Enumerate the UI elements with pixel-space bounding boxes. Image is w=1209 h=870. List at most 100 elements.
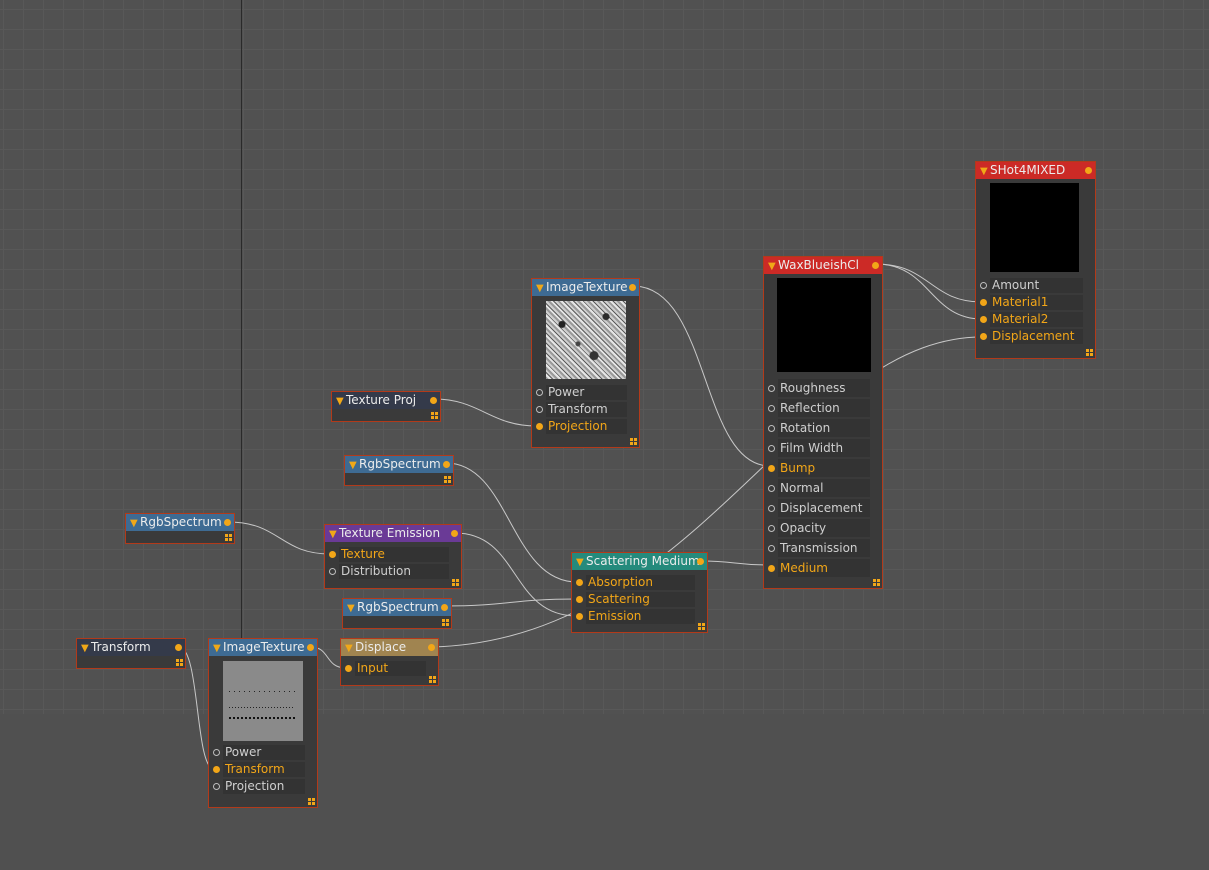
input-row-texture[interactable]: Texture xyxy=(325,546,461,563)
input-row-scattering[interactable]: Scattering xyxy=(572,591,707,608)
node-header[interactable]: ▼ Texture Emission xyxy=(325,525,461,542)
input-row-distribution[interactable]: Distribution xyxy=(325,563,461,580)
collapse-triangle-icon[interactable]: ▼ xyxy=(213,640,221,656)
input-row-amount[interactable]: Amount xyxy=(976,277,1095,294)
collapse-triangle-icon[interactable]: ▼ xyxy=(81,640,89,656)
input-row-material1[interactable]: Material1 xyxy=(976,294,1095,311)
input-row-displacement[interactable]: Displacement xyxy=(976,328,1095,345)
input-row-power[interactable]: Power xyxy=(209,744,317,761)
node-header[interactable]: ▼ ImageTexture xyxy=(209,639,317,656)
resize-handle-icon[interactable] xyxy=(308,798,315,805)
input-row-transform[interactable]: Transform xyxy=(209,761,317,778)
node-header[interactable]: ▼ RgbSpectrum xyxy=(126,514,234,531)
node-transform[interactable]: ▼ Transform xyxy=(76,638,186,669)
output-port[interactable] xyxy=(307,644,314,651)
resize-handle-icon[interactable] xyxy=(698,623,705,630)
collapse-triangle-icon[interactable]: ▼ xyxy=(349,457,357,473)
output-port[interactable] xyxy=(430,397,437,404)
resize-handle-icon[interactable] xyxy=(225,534,232,541)
resize-handle-icon[interactable] xyxy=(176,659,183,666)
input-row-normal[interactable]: Normal xyxy=(764,478,882,498)
node-title: Transform xyxy=(91,640,151,654)
texture-preview xyxy=(223,661,303,741)
collapse-triangle-icon[interactable]: ▼ xyxy=(980,163,988,179)
wire-imgtex-to-bump xyxy=(632,285,771,467)
input-row-reflection[interactable]: Reflection xyxy=(764,398,882,418)
resize-handle-icon[interactable] xyxy=(431,412,438,419)
node-rgbspectrum-2[interactable]: ▼ RgbSpectrum xyxy=(342,598,452,629)
node-header[interactable]: ▼ Scattering Medium xyxy=(572,553,707,570)
input-row-bump[interactable]: Bump xyxy=(764,458,882,478)
resize-handle-icon[interactable] xyxy=(442,619,449,626)
input-row-projection[interactable]: Projection xyxy=(532,418,639,435)
node-title: Scattering Medium xyxy=(586,554,700,568)
collapse-triangle-icon[interactable]: ▼ xyxy=(345,640,353,656)
resize-handle-icon[interactable] xyxy=(1086,349,1093,356)
node-header[interactable]: ▼ RgbSpectrum xyxy=(345,456,453,473)
input-row-transmission[interactable]: Transmission xyxy=(764,538,882,558)
node-imagetexture-bottom[interactable]: ▼ ImageTexture Power Transform Projectio… xyxy=(208,638,318,808)
resize-handle-icon[interactable] xyxy=(630,438,637,445)
node-title: ImageTexture xyxy=(546,280,628,294)
input-row-rotation[interactable]: Rotation xyxy=(764,418,882,438)
node-title: Displace xyxy=(355,640,407,654)
node-shot4mixed[interactable]: ▼ SHot4MIXED Amount Material1 Material2 … xyxy=(975,161,1096,359)
collapse-triangle-icon[interactable]: ▼ xyxy=(347,600,355,616)
collapse-triangle-icon[interactable]: ▼ xyxy=(576,554,584,570)
material-preview xyxy=(990,183,1079,272)
resize-handle-icon[interactable] xyxy=(873,579,880,586)
node-title: WaxBlueishCl xyxy=(778,258,860,272)
node-header[interactable]: ▼ RgbSpectrum xyxy=(343,599,451,616)
node-rgbspectrum-left[interactable]: ▼ RgbSpectrum xyxy=(125,513,235,544)
output-port[interactable] xyxy=(1085,167,1092,174)
node-header[interactable]: ▼ SHot4MIXED xyxy=(976,162,1095,179)
output-port[interactable] xyxy=(451,530,458,537)
input-row-roughness[interactable]: Roughness xyxy=(764,378,882,398)
node-waxblueishcl[interactable]: ▼ WaxBlueishCl Roughness Reflection Rota… xyxy=(763,256,883,589)
node-header[interactable]: ▼ Texture Proj xyxy=(332,392,440,409)
wire-wax-to-material1 xyxy=(875,263,983,303)
output-port[interactable] xyxy=(441,604,448,611)
output-port[interactable] xyxy=(175,644,182,651)
output-port[interactable] xyxy=(697,558,704,565)
node-displace[interactable]: ▼ Displace Input xyxy=(340,638,439,686)
node-title: RgbSpectrum xyxy=(140,515,222,529)
node-header[interactable]: ▼ Transform xyxy=(77,639,185,656)
resize-handle-icon[interactable] xyxy=(452,579,459,586)
input-row-opacity[interactable]: Opacity xyxy=(764,518,882,538)
node-imagetexture-top[interactable]: ▼ ImageTexture Power Transform Projectio… xyxy=(531,278,640,448)
node-texture-proj[interactable]: ▼ Texture Proj xyxy=(331,391,441,422)
output-port[interactable] xyxy=(443,461,450,468)
collapse-triangle-icon[interactable]: ▼ xyxy=(336,393,344,409)
output-port[interactable] xyxy=(224,519,231,526)
input-row-power[interactable]: Power xyxy=(532,384,639,401)
collapse-triangle-icon[interactable]: ▼ xyxy=(329,526,337,542)
texture-preview xyxy=(546,301,626,379)
output-port[interactable] xyxy=(872,262,879,269)
input-row-emission[interactable]: Emission xyxy=(572,608,707,625)
resize-handle-icon[interactable] xyxy=(444,476,451,483)
collapse-triangle-icon[interactable]: ▼ xyxy=(130,515,138,531)
node-header[interactable]: ▼ WaxBlueishCl xyxy=(764,257,882,274)
input-row-material2[interactable]: Material2 xyxy=(976,311,1095,328)
node-title: SHot4MIXED xyxy=(990,163,1066,177)
node-title: Texture Emission xyxy=(339,526,441,540)
node-header[interactable]: ▼ Displace xyxy=(341,639,438,656)
node-scattering-medium[interactable]: ▼ Scattering Medium Absorption Scatterin… xyxy=(571,552,708,633)
input-row-transform[interactable]: Transform xyxy=(532,401,639,418)
input-row-input[interactable]: Input xyxy=(341,660,438,677)
collapse-triangle-icon[interactable]: ▼ xyxy=(536,280,544,296)
node-rgbspectrum-1[interactable]: ▼ RgbSpectrum xyxy=(344,455,454,486)
wire-rgb1-to-absorption xyxy=(445,462,578,583)
resize-handle-icon[interactable] xyxy=(429,676,436,683)
node-texture-emission[interactable]: ▼ Texture Emission Texture Distribution xyxy=(324,524,462,589)
node-header[interactable]: ▼ ImageTexture xyxy=(532,279,639,296)
input-row-displacement[interactable]: Displacement xyxy=(764,498,882,518)
input-row-medium[interactable]: Medium xyxy=(764,558,882,578)
input-row-film-width[interactable]: Film Width xyxy=(764,438,882,458)
output-port[interactable] xyxy=(428,644,435,651)
input-row-projection[interactable]: Projection xyxy=(209,778,317,795)
output-port[interactable] xyxy=(629,284,636,291)
collapse-triangle-icon[interactable]: ▼ xyxy=(768,258,776,274)
input-row-absorption[interactable]: Absorption xyxy=(572,574,707,591)
